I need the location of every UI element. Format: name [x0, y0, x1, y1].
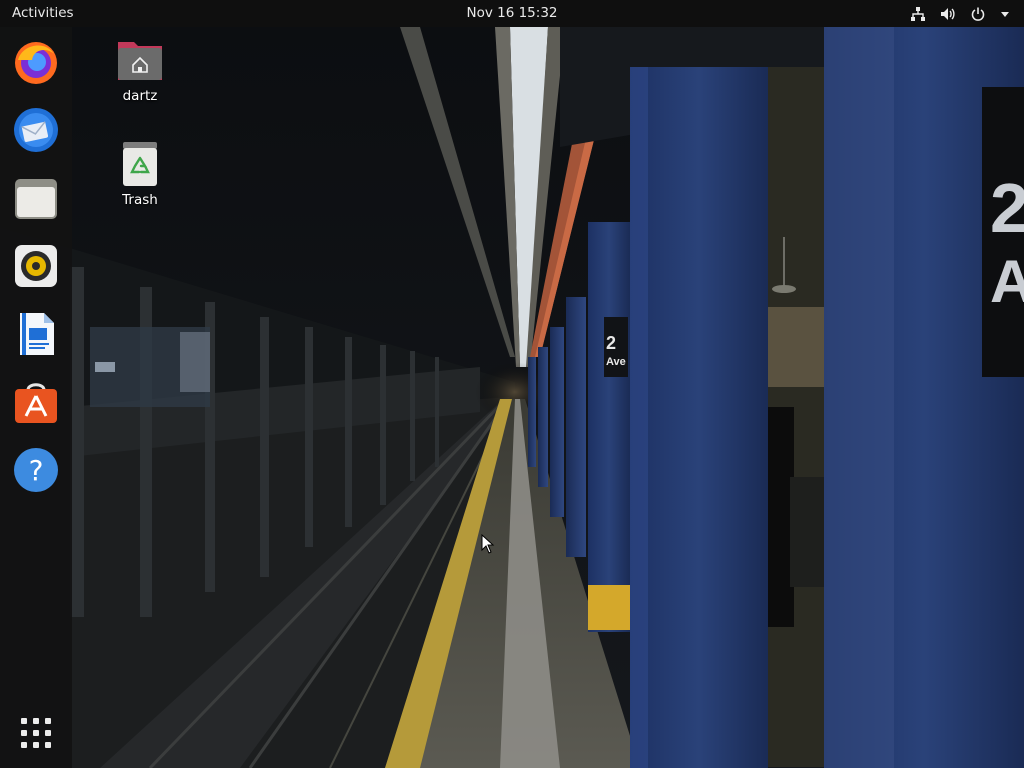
network-icon[interactable]	[910, 6, 926, 22]
trash-icon	[116, 140, 164, 188]
desktop-wallpaper: 2 Ave 2 A	[0, 27, 1024, 768]
top-bar: Activities Nov 16 15:32	[0, 0, 1024, 27]
mouse-cursor-icon	[481, 534, 495, 554]
desktop-icon-home[interactable]: dartz	[95, 36, 185, 104]
app-grid-icon[interactable]	[10, 707, 62, 759]
software-icon[interactable]	[10, 376, 62, 428]
dock: ?	[0, 27, 72, 768]
svg-text:?: ?	[29, 454, 44, 487]
chevron-down-icon[interactable]	[1000, 9, 1010, 19]
rhythmbox-icon[interactable]	[10, 240, 62, 292]
volume-icon[interactable]	[940, 6, 956, 22]
desktop-icon-trash[interactable]: Trash	[95, 140, 185, 208]
help-icon[interactable]: ?	[10, 444, 62, 496]
home-folder-icon	[116, 36, 164, 84]
firefox-icon[interactable]	[10, 36, 62, 88]
system-tray[interactable]	[910, 0, 1010, 27]
large-sign-letter: A	[990, 248, 1024, 315]
activities-button[interactable]: Activities	[12, 0, 74, 27]
power-icon[interactable]	[970, 6, 986, 22]
writer-icon[interactable]	[10, 308, 62, 360]
desktop-icon-label: Trash	[122, 192, 158, 208]
clock-datetime[interactable]: Nov 16 15:32	[466, 5, 557, 21]
station-sign-number: 2	[606, 333, 616, 353]
thunderbird-icon[interactable]	[10, 104, 62, 156]
station-sign-text: Ave	[606, 356, 626, 368]
large-sign-number: 2	[990, 169, 1024, 247]
desktop-icon-label: dartz	[122, 88, 158, 104]
files-icon[interactable]	[10, 172, 62, 224]
